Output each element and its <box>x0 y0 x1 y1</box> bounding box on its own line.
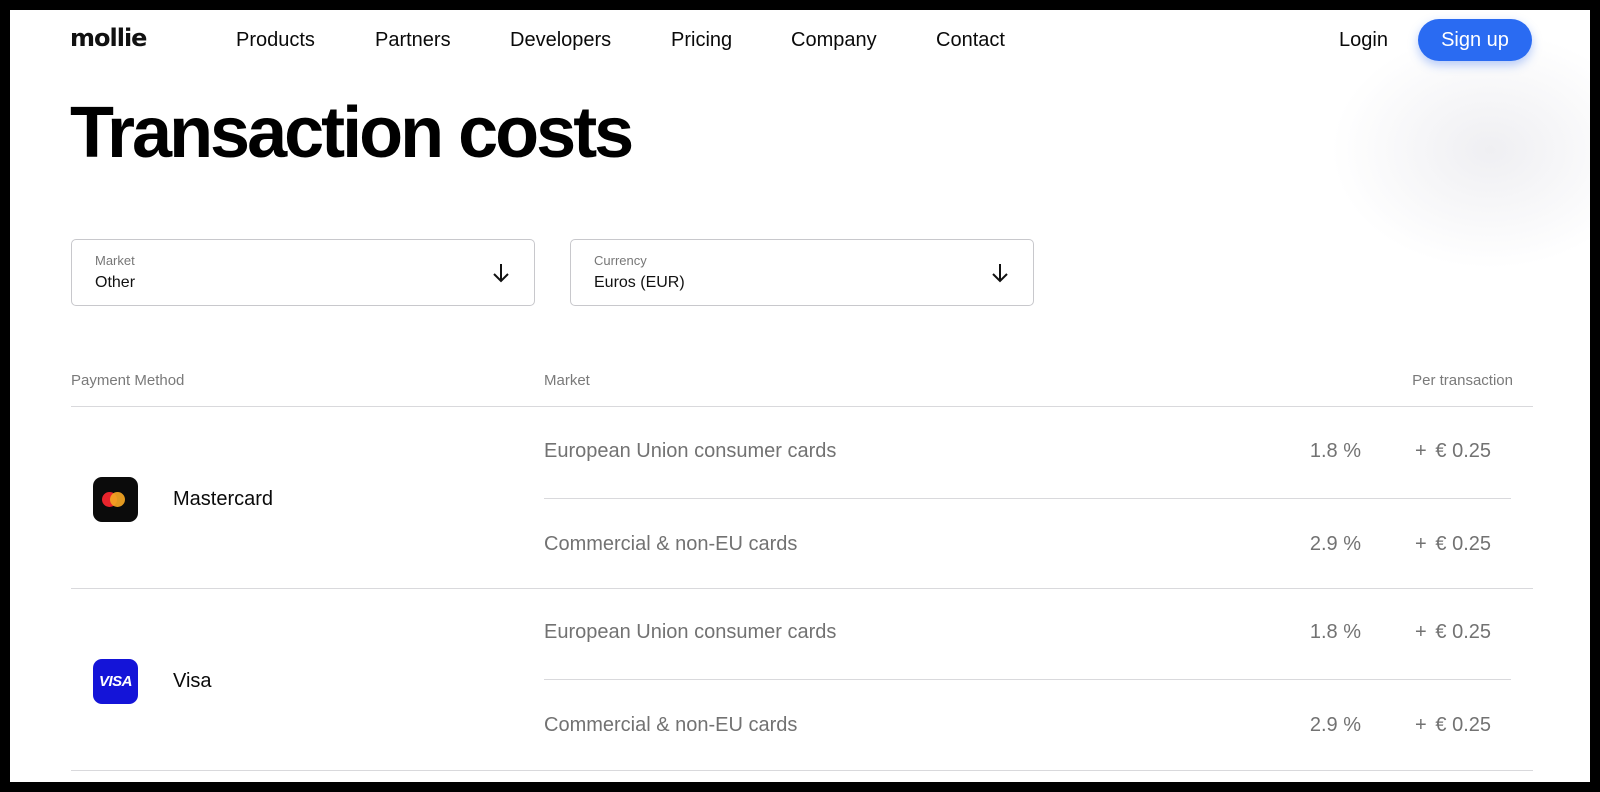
currency-select-value: Euros (EUR) <box>594 274 685 291</box>
fixed-fee: € 0.25 <box>1435 621 1491 643</box>
plus-sign: + <box>1415 714 1427 736</box>
sign-up-button[interactable]: Sign up <box>1418 19 1532 61</box>
fixed-fee: € 0.25 <box>1435 533 1491 555</box>
currency-select[interactable]: Currency Euros (EUR) <box>570 239 1034 306</box>
nav-link-partners[interactable]: Partners <box>375 29 451 52</box>
row-divider <box>544 679 1511 680</box>
market-select[interactable]: Market Other <box>71 239 535 306</box>
mollie-logo[interactable]: mollie <box>70 24 147 52</box>
payment-method-name: Visa <box>173 669 212 692</box>
nav-link-pricing[interactable]: Pricing <box>671 29 732 52</box>
page-title: Transaction costs <box>70 93 634 173</box>
column-header-market: Market <box>544 372 590 389</box>
market-select-value: Other <box>95 274 136 291</box>
market-label: Commercial & non-EU cards <box>544 714 798 736</box>
nav-link-developers[interactable]: Developers <box>510 29 611 52</box>
plus-sign: + <box>1415 533 1427 555</box>
percentage-fee: 2.9 % <box>1309 714 1361 736</box>
table-divider <box>71 588 1533 589</box>
payment-method-visa: VISA Visa <box>93 658 513 704</box>
column-header-payment-method: Payment Method <box>71 372 185 389</box>
table-divider <box>71 770 1533 771</box>
login-link[interactable]: Login <box>1339 29 1388 52</box>
percentage-fee: 1.8 % <box>1309 440 1361 462</box>
currency-select-label: Currency <box>594 253 647 268</box>
percentage-fee: 1.8 % <box>1309 621 1361 643</box>
visa-logo-icon: VISA <box>93 658 138 704</box>
market-label: European Union consumer cards <box>544 621 837 643</box>
fixed-fee: € 0.25 <box>1435 440 1491 462</box>
arrow-down-icon <box>992 264 1008 283</box>
row-divider <box>544 498 1511 499</box>
top-navigation: mollie Products Partners Developers Pric… <box>10 10 1590 70</box>
page: mollie Products Partners Developers Pric… <box>10 10 1590 782</box>
visa-logo-text: VISA <box>98 672 133 690</box>
market-select-label: Market <box>95 253 135 268</box>
plus-sign: + <box>1415 621 1427 643</box>
nav-links: Products Partners Developers Pricing Com… <box>236 29 1036 59</box>
market-label: Commercial & non-EU cards <box>544 533 798 555</box>
nav-link-company[interactable]: Company <box>791 29 877 52</box>
fixed-fee: € 0.25 <box>1435 714 1491 736</box>
column-header-per-transaction: Per transaction <box>1412 372 1513 389</box>
arrow-down-icon <box>493 264 509 283</box>
nav-link-contact[interactable]: Contact <box>936 29 1005 52</box>
percentage-fee: 2.9 % <box>1309 533 1361 555</box>
payment-method-mastercard: Mastercard <box>93 476 513 522</box>
plus-sign: + <box>1415 440 1427 462</box>
mastercard-logo-icon <box>93 476 138 522</box>
market-label: European Union consumer cards <box>544 440 837 462</box>
table-divider <box>71 406 1533 407</box>
nav-link-products[interactable]: Products <box>236 29 315 52</box>
payment-method-name: Mastercard <box>173 487 274 510</box>
